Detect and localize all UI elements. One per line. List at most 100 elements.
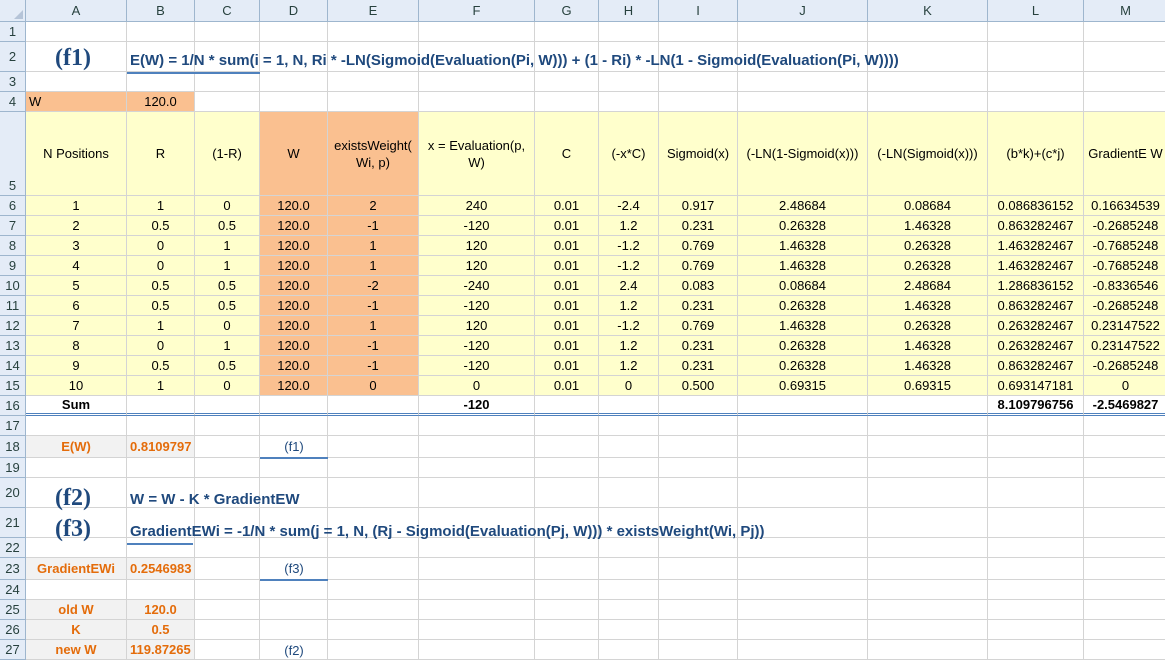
table-cell[interactable]: 0.231 (659, 296, 738, 316)
table-cell[interactable]: 0.01 (535, 236, 599, 256)
empty-cell[interactable] (868, 458, 988, 478)
empty-cell[interactable] (419, 92, 535, 112)
empty-cell[interactable] (419, 22, 535, 42)
empty-cell[interactable] (868, 558, 988, 580)
sum-row-cell[interactable] (599, 396, 659, 416)
row-header-4[interactable]: 4 (0, 92, 26, 112)
empty-cell[interactable] (738, 620, 868, 640)
empty-cell[interactable] (328, 436, 419, 458)
empty-cell[interactable] (659, 478, 738, 508)
table-header-cell[interactable]: W (260, 112, 328, 196)
table-cell[interactable]: -1.2 (599, 316, 659, 336)
sum-row-cell[interactable] (535, 396, 599, 416)
table-header-cell[interactable]: Sigmoid(x) (659, 112, 738, 196)
sum-cell[interactable]: 8.109796756 (988, 396, 1084, 416)
table-cell[interactable]: 0.231 (659, 336, 738, 356)
table-cell[interactable]: -1 (328, 296, 419, 316)
table-header-cell[interactable]: R (127, 112, 195, 196)
column-header-c[interactable]: C (195, 0, 260, 22)
empty-cell[interactable] (659, 416, 738, 436)
table-cell[interactable]: 1.2 (599, 296, 659, 316)
table-cell[interactable]: 1 (127, 196, 195, 216)
empty-cell[interactable] (419, 620, 535, 640)
row-header-24[interactable]: 24 (0, 580, 26, 600)
table-cell[interactable]: 1.46328 (738, 256, 868, 276)
empty-cell[interactable] (26, 580, 127, 600)
table-cell[interactable]: 0.863282467 (988, 216, 1084, 236)
table-cell[interactable]: 120.0 (260, 356, 328, 376)
empty-cell[interactable] (988, 458, 1084, 478)
empty-cell[interactable] (1084, 558, 1165, 580)
empty-cell[interactable] (1084, 640, 1165, 660)
table-cell[interactable]: 120.0 (260, 376, 328, 396)
empty-cell[interactable] (738, 640, 868, 660)
empty-cell[interactable] (738, 22, 868, 42)
empty-cell[interactable] (195, 640, 260, 660)
row-header-8[interactable]: 8 (0, 236, 26, 256)
empty-cell[interactable] (535, 600, 599, 620)
empty-cell[interactable] (1084, 458, 1165, 478)
empty-cell[interactable] (1084, 600, 1165, 620)
empty-cell[interactable] (535, 416, 599, 436)
table-cell[interactable]: 1 (195, 336, 260, 356)
sum-row-cell[interactable] (195, 396, 260, 416)
table-cell[interactable]: -240 (419, 276, 535, 296)
empty-cell[interactable] (1084, 620, 1165, 640)
table-cell[interactable]: 10 (26, 376, 127, 396)
empty-cell[interactable] (868, 72, 988, 92)
table-cell[interactable]: 120.0 (260, 216, 328, 236)
table-cell[interactable]: -0.2685248 (1084, 296, 1165, 316)
sum-cell[interactable]: -120 (419, 396, 535, 416)
sum-row-cell[interactable] (127, 396, 195, 416)
empty-cell[interactable] (260, 620, 328, 640)
table-cell[interactable]: 0.26328 (738, 356, 868, 376)
row-header-13[interactable]: 13 (0, 336, 26, 356)
empty-cell[interactable] (1084, 416, 1165, 436)
ew-value-cell[interactable]: 0.8109797 (127, 436, 195, 458)
column-header-h[interactable]: H (599, 0, 659, 22)
table-cell[interactable]: 0.08684 (738, 276, 868, 296)
empty-cell[interactable] (419, 416, 535, 436)
empty-cell[interactable] (738, 558, 868, 580)
table-cell[interactable]: 0.69315 (868, 376, 988, 396)
empty-cell[interactable] (659, 620, 738, 640)
empty-cell[interactable] (988, 478, 1084, 508)
table-cell[interactable]: 120.0 (260, 296, 328, 316)
column-header-b[interactable]: B (127, 0, 195, 22)
table-cell[interactable]: 0.01 (535, 336, 599, 356)
column-header-i[interactable]: I (659, 0, 738, 22)
table-cell[interactable]: 1.463282467 (988, 236, 1084, 256)
table-cell[interactable]: 0.5 (127, 356, 195, 376)
empty-cell[interactable] (419, 580, 535, 600)
table-cell[interactable]: 2.48684 (868, 276, 988, 296)
table-cell[interactable]: 0.01 (535, 256, 599, 276)
table-header-cell[interactable]: (-x*C) (599, 112, 659, 196)
empty-cell[interactable] (659, 600, 738, 620)
empty-cell[interactable] (26, 22, 127, 42)
old-w-value-cell[interactable]: 120.0 (127, 600, 195, 620)
table-cell[interactable]: -2.4 (599, 196, 659, 216)
empty-cell[interactable] (1084, 72, 1165, 92)
empty-cell[interactable] (26, 72, 127, 92)
empty-cell[interactable] (868, 580, 988, 600)
empty-cell[interactable] (738, 478, 868, 508)
table-cell[interactable]: -0.2685248 (1084, 356, 1165, 376)
table-cell[interactable]: 120.0 (260, 236, 328, 256)
row-header-7[interactable]: 7 (0, 216, 26, 236)
row-header-19[interactable]: 19 (0, 458, 26, 478)
row-header-10[interactable]: 10 (0, 276, 26, 296)
table-cell[interactable]: 0.26328 (738, 296, 868, 316)
empty-cell[interactable] (659, 580, 738, 600)
table-cell[interactable]: 0 (1084, 376, 1165, 396)
table-cell[interactable]: 0 (599, 376, 659, 396)
table-cell[interactable]: 0.769 (659, 236, 738, 256)
row-header-2[interactable]: 2 (0, 42, 26, 72)
table-header-cell[interactable]: x = Evaluation(p, W) (419, 112, 535, 196)
empty-cell[interactable] (659, 458, 738, 478)
empty-cell[interactable] (328, 458, 419, 478)
table-cell[interactable]: 1 (127, 376, 195, 396)
empty-cell[interactable] (127, 458, 195, 478)
table-cell[interactable]: 1 (328, 256, 419, 276)
table-cell[interactable]: 0.26328 (868, 236, 988, 256)
table-cell[interactable]: 0.263282467 (988, 336, 1084, 356)
